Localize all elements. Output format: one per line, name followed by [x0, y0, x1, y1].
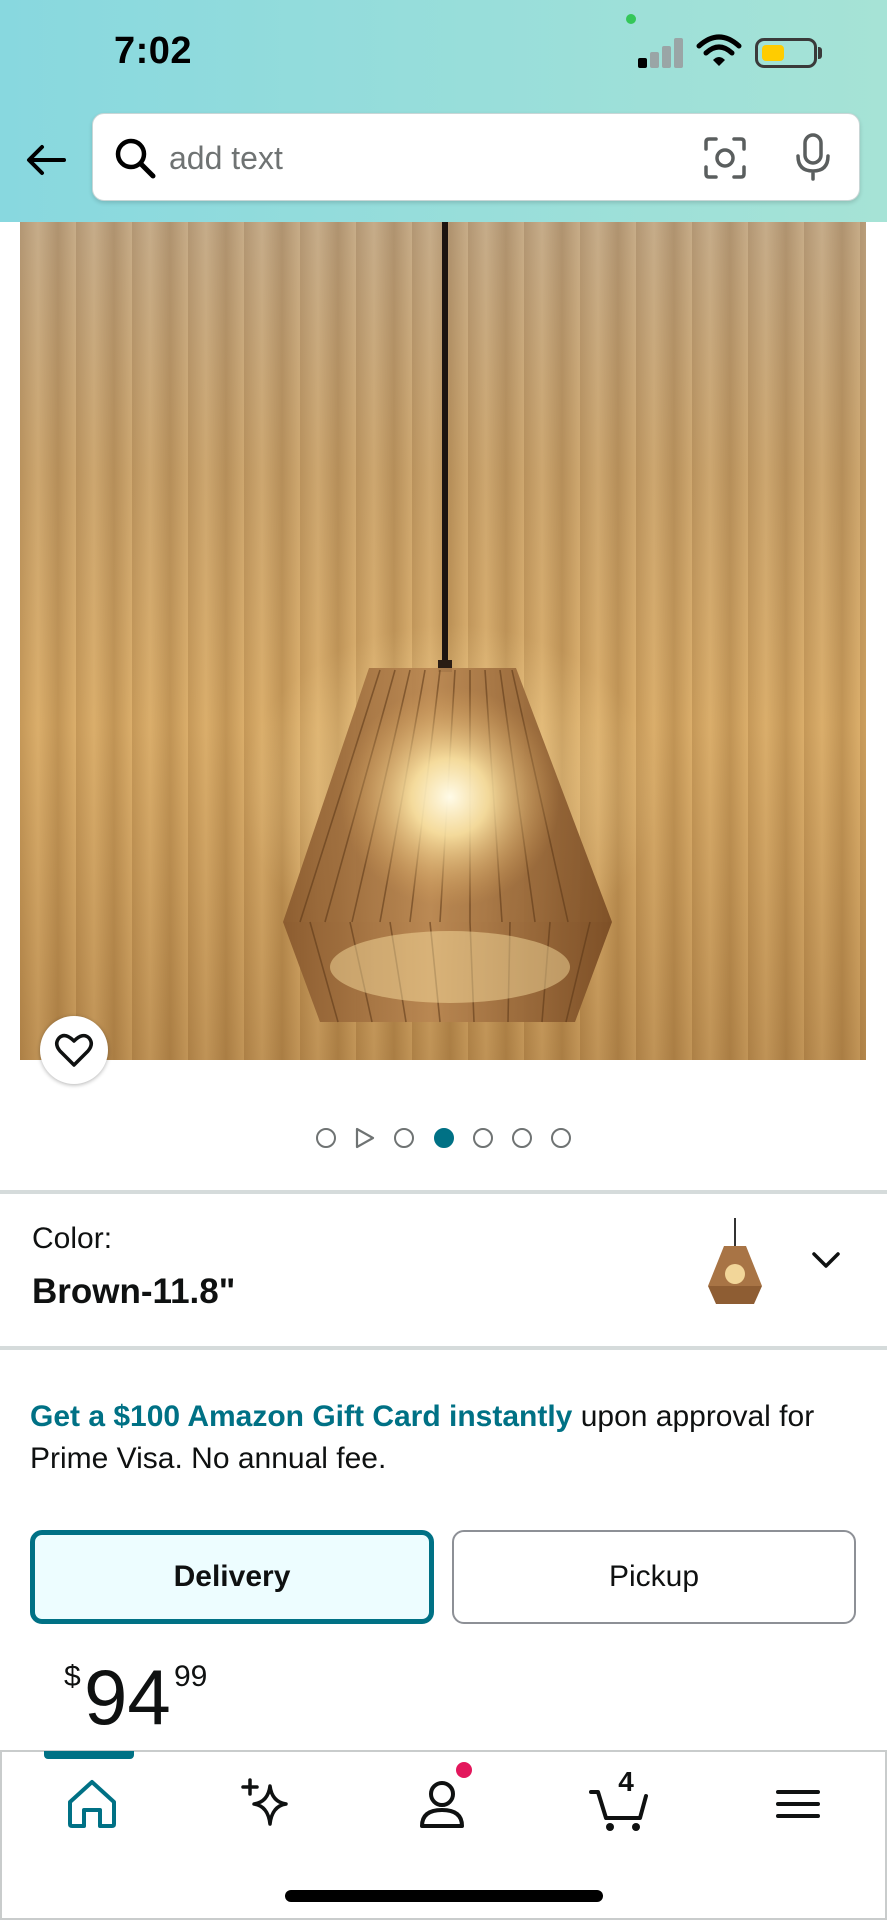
sparkle-icon [241, 1778, 288, 1826]
carousel-dot[interactable] [512, 1128, 532, 1148]
carousel-dot[interactable] [473, 1128, 493, 1148]
cart-item-count: 4 [618, 1766, 634, 1797]
cellular-signal-icon [638, 36, 684, 68]
chevron-down-icon[interactable] [806, 1240, 846, 1280]
account-icon [420, 1781, 464, 1828]
carousel-dot[interactable] [316, 1128, 336, 1148]
heart-icon [55, 1033, 93, 1067]
pickup-option-button[interactable]: Pickup [452, 1530, 856, 1624]
microphone-icon[interactable] [793, 132, 833, 182]
carousel-dot-active[interactable] [434, 1128, 454, 1148]
home-indicator [285, 1890, 603, 1902]
delivery-option-button[interactable]: Delivery [30, 1530, 434, 1624]
carousel-dot[interactable] [551, 1128, 571, 1148]
privacy-indicator-dot [626, 14, 636, 24]
active-tab-indicator [44, 1751, 134, 1759]
price-whole: 94 [84, 1653, 171, 1741]
notification-badge-dot [456, 1762, 472, 1778]
divider [0, 1190, 887, 1194]
wifi-icon [696, 34, 742, 66]
nav-home[interactable] [60, 1772, 124, 1836]
status-time: 7:02 [114, 30, 193, 72]
search-input[interactable] [169, 132, 649, 184]
gift-card-offer-link[interactable]: Get a $100 Amazon Gift Card instantly [30, 1400, 572, 1433]
divider [0, 1346, 887, 1350]
search-bar[interactable] [92, 113, 860, 201]
search-icon [115, 138, 156, 179]
wishlist-button[interactable] [40, 1016, 108, 1084]
battery-cap [818, 47, 822, 59]
color-swatch-thumbnail[interactable] [696, 1218, 774, 1310]
back-arrow-icon[interactable] [22, 136, 70, 184]
app-header: 7:02 [0, 0, 887, 222]
play-video-icon[interactable] [354, 1126, 376, 1150]
menu-icon [776, 1790, 820, 1818]
pendant-lamp-illustration [283, 222, 612, 1023]
nav-account[interactable] [410, 1772, 474, 1836]
color-value: Brown-11.8" [32, 1272, 236, 1311]
home-icon [68, 1780, 116, 1828]
price-currency-symbol: $ [64, 1660, 81, 1693]
camera-search-icon[interactable] [703, 136, 747, 180]
nav-menu[interactable] [766, 1772, 830, 1836]
color-label: Color: [32, 1222, 113, 1255]
battery-level [762, 45, 784, 61]
product-image[interactable] [20, 222, 866, 1060]
price-fraction: 99 [174, 1660, 208, 1693]
carousel-dot[interactable] [394, 1128, 414, 1148]
nav-rufus-ai[interactable] [234, 1772, 298, 1836]
battery-icon [755, 38, 817, 68]
prime-visa-promo: Get a $100 Amazon Gift Card instantly up… [30, 1396, 860, 1480]
